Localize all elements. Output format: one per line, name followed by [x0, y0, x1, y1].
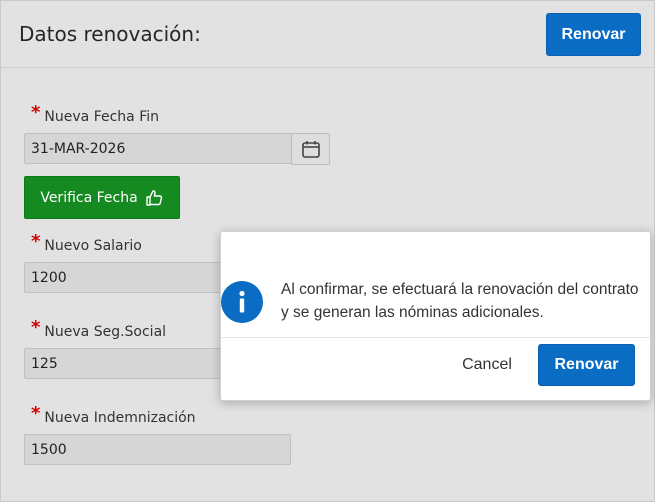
indemnizacion-label-text: Nueva Indemnización [44, 410, 196, 426]
dialog-renew-button[interactable]: Renovar [538, 344, 635, 386]
confirm-dialog: Al confirmar, se efectuará la renovación… [220, 231, 651, 401]
calendar-icon [301, 141, 320, 158]
seg-social-label-text: Nueva Seg.Social [44, 324, 167, 340]
salario-label: * Nuevo Salario [31, 231, 142, 255]
calendar-button[interactable] [291, 133, 330, 165]
thumbs-up-icon [145, 189, 162, 206]
verify-date-label: Verifica Fecha [40, 189, 138, 206]
fecha-fin-input[interactable]: 31-MAR-2026 [24, 133, 292, 164]
info-glyph [239, 290, 245, 313]
info-icon [221, 281, 263, 323]
required-marker: * [31, 317, 41, 338]
indemnizacion-input[interactable]: 1500 [24, 434, 291, 465]
dialog-message: Al confirmar, se efectuará la renovación… [281, 281, 639, 321]
required-marker: * [31, 231, 41, 252]
panel-header: Datos renovación: Renovar [1, 1, 654, 68]
verify-date-button[interactable]: Verifica Fecha [24, 176, 180, 219]
seg-social-label: * Nueva Seg.Social [31, 317, 167, 341]
required-marker: * [31, 102, 41, 123]
fecha-fin-label: * Nueva Fecha Fin [31, 102, 159, 126]
indemnizacion-label: * Nueva Indemnización [31, 403, 196, 427]
dialog-divider [221, 337, 650, 338]
required-marker: * [31, 403, 41, 424]
renew-button[interactable]: Renovar [546, 13, 641, 56]
page-title: Datos renovación: [19, 22, 201, 46]
salario-label-text: Nuevo Salario [44, 238, 142, 254]
fecha-fin-label-text: Nueva Fecha Fin [44, 109, 159, 125]
cancel-button[interactable]: Cancel [449, 345, 525, 385]
